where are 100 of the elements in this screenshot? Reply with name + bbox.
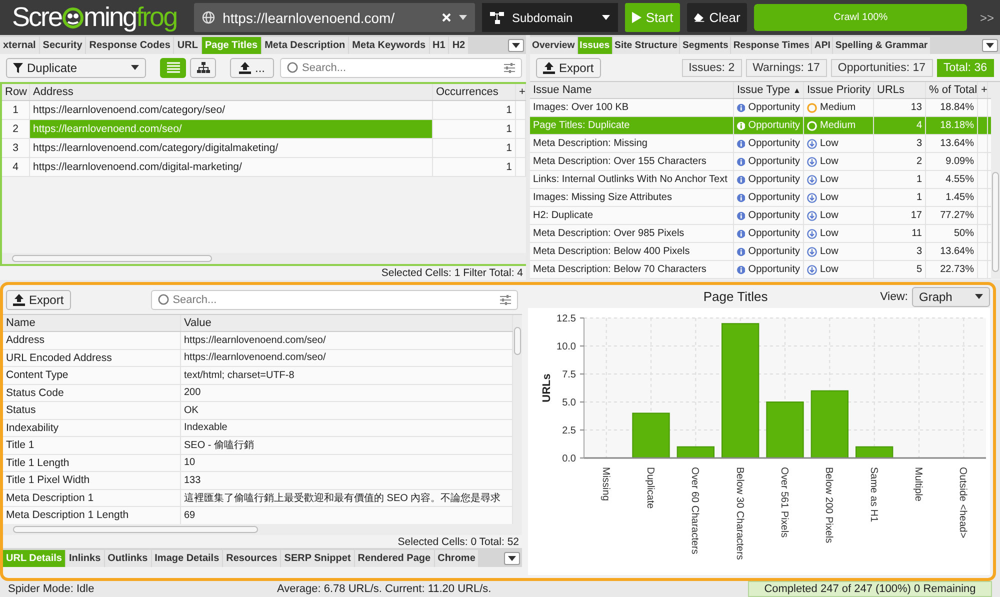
table-cell: Content Type <box>3 367 181 384</box>
caret-icon <box>131 65 139 70</box>
tab[interactable]: Outlinks <box>104 550 151 568</box>
scrollbar[interactable] <box>2 253 526 264</box>
table-cell: 1 <box>874 171 926 188</box>
table-cell: H2: Duplicate <box>530 207 734 224</box>
table-cell: Low <box>804 207 874 224</box>
column-header[interactable]: Address <box>30 84 433 100</box>
search-input[interactable]: Search... <box>302 62 500 74</box>
export-button[interactable]: ... <box>230 58 274 78</box>
tab[interactable]: Spelling & Grammar <box>833 37 930 54</box>
mode-dropdown[interactable]: Subdomain <box>482 3 618 32</box>
progress-label: Crawl 100% <box>832 11 889 25</box>
url-field[interactable]: https://learnlovenoend.com/ <box>194 3 475 32</box>
scrollbar[interactable] <box>513 315 522 524</box>
scrollbar[interactable] <box>3 524 522 536</box>
count-filter[interactable]: Opportunities: 17 <box>830 58 933 76</box>
table-row[interactable]: Meta Description: Missing Opportunity Low 3 13.64% <box>530 135 991 153</box>
column-header[interactable]: Row <box>2 84 30 100</box>
tab[interactable]: Segments <box>680 37 730 54</box>
column-header[interactable]: % of Total <box>926 82 978 98</box>
search-field[interactable]: Search... <box>280 58 522 78</box>
table-cell: 13 <box>874 99 926 116</box>
column-header[interactable]: Issue Priority <box>804 82 874 98</box>
count-filter[interactable]: Issues: 2 <box>682 58 742 76</box>
tab[interactable]: API <box>812 37 832 54</box>
table-cell: 50% <box>926 225 978 242</box>
down-arrow-icon <box>807 174 817 184</box>
status-text: Selected Cells: 0 Total: 52 <box>396 535 520 548</box>
view-dropdown[interactable]: Graph <box>912 286 990 307</box>
filter-dropdown[interactable]: Duplicate <box>6 58 146 78</box>
tabs-menu-button[interactable] <box>508 39 524 52</box>
clear-button[interactable]: Clear <box>687 3 748 32</box>
table-row[interactable]: H2: Duplicate Opportunity Low 17 77.27% <box>530 207 991 225</box>
count-filter[interactable]: Warnings: 17 <box>746 58 827 76</box>
tree-view-button[interactable] <box>190 58 216 78</box>
status-text: Average: 6.78 URL/s. Current: 11.20 URL/s. <box>277 583 492 595</box>
tab[interactable]: Meta Description <box>262 37 348 54</box>
tabs-menu-button[interactable] <box>504 552 520 566</box>
table-cell: 22.73% <box>926 261 978 278</box>
table-cell: 4 <box>874 117 926 134</box>
export-button[interactable]: Export <box>6 290 71 310</box>
column-header[interactable]: Issue Type ▲ <box>734 82 804 98</box>
table-cell: Low <box>804 135 874 152</box>
tick-label: 5.0 <box>562 398 576 408</box>
table-cell[interactable]: https://learnlovenoend.com/category/digitalmaketing/ <box>30 139 433 157</box>
tab[interactable]: SERP Snippet <box>281 550 354 568</box>
axis-title: URLs <box>541 374 553 402</box>
table-row[interactable]: Meta Description: Over 985 Pixels Opportunity Low 11 50% <box>530 225 991 243</box>
category-label: Below 30 Characters <box>734 467 745 560</box>
tab[interactable]: Meta Keywords <box>349 37 429 54</box>
table-cell[interactable]: https://learnlovenoend.com/digital-marketing/ <box>30 158 433 176</box>
tab[interactable]: Overview <box>530 37 577 54</box>
table-row[interactable]: Links: Internal Outlinks With No Anchor Text Opportunity Low 1 4.55% <box>530 171 991 189</box>
table-cell: Opportunity <box>734 225 804 242</box>
add-column-button[interactable]: + <box>978 82 988 98</box>
tab[interactable]: H1 <box>430 37 448 54</box>
table-cell: Meta Description: Over 155 Characters <box>530 153 734 170</box>
tab[interactable]: URL <box>174 37 201 54</box>
tab[interactable]: Response Times <box>731 37 812 54</box>
tabs-menu-button[interactable] <box>982 39 998 52</box>
info-icon <box>737 174 746 184</box>
tab[interactable]: H2 <box>449 37 468 54</box>
table-row[interactable]: Meta Description: Below 70 Characters Opportunity Low 5 22.73% <box>530 261 991 279</box>
table-row[interactable]: Images: Missing Size Attributes Opportunity Low 1 1.45% <box>530 189 991 207</box>
column-header[interactable]: Issue Name <box>530 82 734 98</box>
more-button[interactable]: >> <box>980 10 994 24</box>
tab[interactable]: Site Structure <box>612 37 680 54</box>
tab[interactable]: Response Codes <box>86 37 174 54</box>
column-header[interactable]: URLs <box>874 82 926 98</box>
table-row[interactable]: Meta Description: Below 400 Pixels Opportunity Low 3 13.64% <box>530 243 991 261</box>
play-icon <box>632 11 642 24</box>
table-cell[interactable]: https://learnlovenoend.com/category/seo/ <box>30 101 433 119</box>
search-input[interactable]: Search... <box>172 294 496 306</box>
tab[interactable]: Image Details <box>152 550 222 568</box>
tab[interactable]: xternal <box>0 37 39 54</box>
tab[interactable]: Inlinks <box>66 550 104 568</box>
close-icon[interactable] <box>442 13 451 22</box>
table-cell: Medium <box>804 117 874 134</box>
export-button[interactable]: Export <box>536 58 601 78</box>
table-cell: Low <box>804 171 874 188</box>
bar <box>632 412 670 458</box>
tab[interactable]: Chrome <box>434 550 478 568</box>
tab[interactable]: Security <box>40 37 86 54</box>
tick-label: 7.5 <box>562 370 576 380</box>
info-icon <box>737 228 746 238</box>
tab[interactable]: Resources <box>223 550 280 568</box>
search-field[interactable]: Search... <box>150 290 518 310</box>
tab[interactable]: Rendered Page <box>354 550 434 568</box>
column-header[interactable]: Name <box>3 315 181 332</box>
table-row[interactable]: Meta Description: Over 155 Characters Opportunity Low 2 9.09% <box>530 153 991 171</box>
add-column-button[interactable]: + <box>516 84 526 100</box>
table-cell: 17 <box>874 207 926 224</box>
info-icon <box>737 210 746 220</box>
table-row[interactable]: Images: Over 100 KB Opportunity Medium 13 18.84% <box>530 99 991 117</box>
table-cell: Meta Description: Below 70 Characters <box>530 261 734 278</box>
table-cell: Low <box>804 243 874 260</box>
scrollbar[interactable] <box>991 82 1000 279</box>
down-arrow-icon <box>807 210 817 220</box>
column-header[interactable]: Occurrences <box>433 84 516 100</box>
